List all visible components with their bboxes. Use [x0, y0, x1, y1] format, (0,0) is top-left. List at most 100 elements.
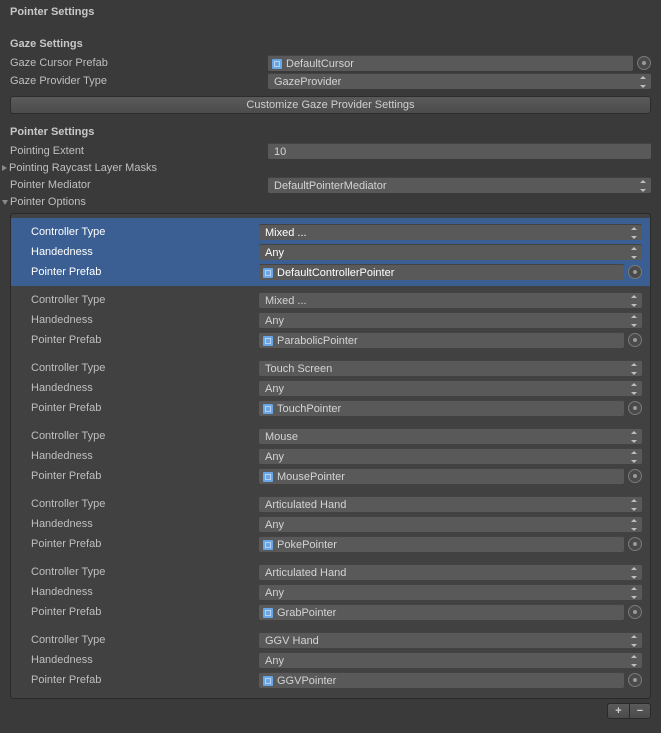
controller-type-label: Controller Type: [31, 566, 259, 578]
handedness-label: Handedness: [31, 450, 259, 462]
handedness-dropdown[interactable]: Any: [259, 516, 642, 532]
object-picker-button[interactable]: [628, 605, 642, 619]
pointer-prefab-field[interactable]: MousePointer: [259, 468, 624, 484]
object-picker-button[interactable]: [628, 401, 642, 415]
pointer-prefab-field[interactable]: DefaultControllerPointer: [259, 264, 624, 280]
object-picker-button[interactable]: [628, 537, 642, 551]
gaze-cursor-prefab-field[interactable]: DefaultCursor: [268, 55, 633, 71]
customize-gaze-button[interactable]: Customize Gaze Provider Settings: [10, 96, 651, 114]
remove-button[interactable]: −: [629, 703, 651, 719]
handedness-value: Any: [265, 519, 284, 531]
handedness-dropdown[interactable]: Any: [259, 584, 642, 600]
dropdown-arrows-icon: [631, 383, 638, 395]
pointer-prefab-field[interactable]: ParabolicPointer: [259, 332, 624, 348]
controller-type-label: Controller Type: [31, 362, 259, 374]
handedness-label: Handedness: [31, 314, 259, 326]
pointer-option-group[interactable]: Controller TypeMouseHandednessAnyPointer…: [11, 422, 650, 490]
pointer-option-group[interactable]: Controller TypeTouch ScreenHandednessAny…: [11, 354, 650, 422]
pointing-extent-value: 10: [274, 146, 286, 158]
controller-type-dropdown[interactable]: Mouse: [259, 428, 642, 444]
handedness-label: Handedness: [31, 518, 259, 530]
pointing-extent-field[interactable]: 10: [268, 143, 651, 159]
raycast-layer-masks-foldout[interactable]: Pointing Raycast Layer Masks: [0, 160, 661, 176]
controller-type-label: Controller Type: [31, 294, 259, 306]
object-picker-button[interactable]: [628, 469, 642, 483]
object-picker-button[interactable]: [628, 673, 642, 687]
add-button[interactable]: +: [607, 703, 629, 719]
dropdown-arrows-icon: [631, 363, 638, 375]
pointer-prefab-field[interactable]: GGVPointer: [259, 672, 624, 688]
pointer-option-group[interactable]: Controller TypeMixed ...HandednessAnyPoi…: [11, 218, 650, 286]
pointer-options-foldout[interactable]: Pointer Options: [0, 194, 661, 210]
gaze-cursor-prefab-label: Gaze Cursor Prefab: [10, 57, 268, 69]
controller-type-dropdown[interactable]: Touch Screen: [259, 360, 642, 376]
dropdown-arrows-icon: [631, 587, 638, 599]
controller-type-dropdown[interactable]: GGV Hand: [259, 632, 642, 648]
handedness-dropdown[interactable]: Any: [259, 380, 642, 396]
handedness-value: Any: [265, 383, 284, 395]
handedness-label: Handedness: [31, 586, 259, 598]
prefab-icon: [263, 268, 273, 278]
foldout-arrow-icon: [2, 200, 8, 205]
controller-type-dropdown[interactable]: Mixed ...: [259, 292, 642, 308]
prefab-icon: [263, 540, 273, 550]
controller-type-value: Articulated Hand: [265, 499, 346, 511]
controller-type-value: Mixed ...: [265, 227, 307, 239]
object-picker-button[interactable]: [628, 265, 642, 279]
controller-type-value: GGV Hand: [265, 635, 319, 647]
handedness-dropdown[interactable]: Any: [259, 244, 642, 260]
controller-type-label: Controller Type: [31, 226, 259, 238]
handedness-dropdown[interactable]: Any: [259, 448, 642, 464]
handedness-value: Any: [265, 655, 284, 667]
gaze-provider-type-value: GazeProvider: [274, 76, 341, 88]
dropdown-arrows-icon: [640, 180, 647, 192]
dropdown-arrows-icon: [631, 635, 638, 647]
dropdown-arrows-icon: [631, 227, 638, 239]
dropdown-arrows-icon: [631, 655, 638, 667]
pointer-option-group[interactable]: Controller Type Articulated Hand Handednes…: [11, 490, 650, 558]
pointer-prefab-field[interactable]: GrabPointer: [259, 604, 624, 620]
controller-type-value: Mixed ...: [265, 295, 307, 307]
object-picker-button[interactable]: [637, 56, 651, 70]
pointer-option-group[interactable]: Controller Type Mixed ... Handedness Any Poi…: [11, 286, 650, 354]
gaze-provider-type-label: Gaze Provider Type: [10, 75, 268, 87]
handedness-value: Any: [265, 315, 284, 327]
controller-type-dropdown[interactable]: Articulated Hand: [259, 564, 642, 580]
pointer-mediator-dropdown[interactable]: DefaultPointerMediator: [268, 177, 651, 193]
pointer-prefab-value: PokePointer: [277, 539, 337, 551]
object-picker-button[interactable]: [628, 333, 642, 347]
prefab-icon: [263, 676, 273, 686]
pointer-option-group[interactable]: Controller TypeGGV HandHandednessAnyPoin…: [11, 626, 650, 694]
pointer-prefab-label: Pointer Prefab: [31, 538, 259, 550]
pointer-prefab-field[interactable]: TouchPointer: [259, 400, 624, 416]
controller-type-dropdown[interactable]: Articulated Hand: [259, 496, 642, 512]
pointer-option-group[interactable]: Controller Type Articulated Hand Handednes…: [11, 558, 650, 626]
controller-type-label: Controller Type: [31, 634, 259, 646]
header-title: Pointer Settings: [0, 0, 661, 22]
pointer-section-title: Pointer Settings: [0, 120, 661, 142]
prefab-icon: [263, 608, 273, 618]
handedness-value: Any: [265, 247, 284, 259]
pointer-options-list: Controller TypeMixed ...HandednessAnyPoi…: [10, 213, 651, 699]
controller-type-value: Articulated Hand: [265, 567, 346, 579]
handedness-value: Any: [265, 451, 284, 463]
handedness-label: Handedness: [31, 246, 259, 258]
handedness-dropdown[interactable]: Any: [259, 652, 642, 668]
pointer-prefab-value: MousePointer: [277, 471, 345, 483]
gaze-cursor-prefab-value: DefaultCursor: [286, 58, 354, 70]
dropdown-arrows-icon: [640, 76, 647, 88]
pointer-mediator-value: DefaultPointerMediator: [274, 180, 387, 192]
controller-type-label: Controller Type: [31, 498, 259, 510]
gaze-provider-type-dropdown[interactable]: GazeProvider: [268, 73, 651, 89]
pointer-prefab-label: Pointer Prefab: [31, 674, 259, 686]
pointer-prefab-value: TouchPointer: [277, 403, 341, 415]
pointer-prefab-label: Pointer Prefab: [31, 334, 259, 346]
controller-type-value: Touch Screen: [265, 363, 332, 375]
pointer-options-label: Pointer Options: [10, 196, 86, 208]
dropdown-arrows-icon: [631, 247, 638, 259]
dropdown-arrows-icon: [631, 567, 638, 579]
handedness-dropdown[interactable]: Any: [259, 312, 642, 328]
prefab-icon: [263, 472, 273, 482]
controller-type-dropdown[interactable]: Mixed ...: [259, 224, 642, 240]
pointer-prefab-field[interactable]: PokePointer: [259, 536, 624, 552]
